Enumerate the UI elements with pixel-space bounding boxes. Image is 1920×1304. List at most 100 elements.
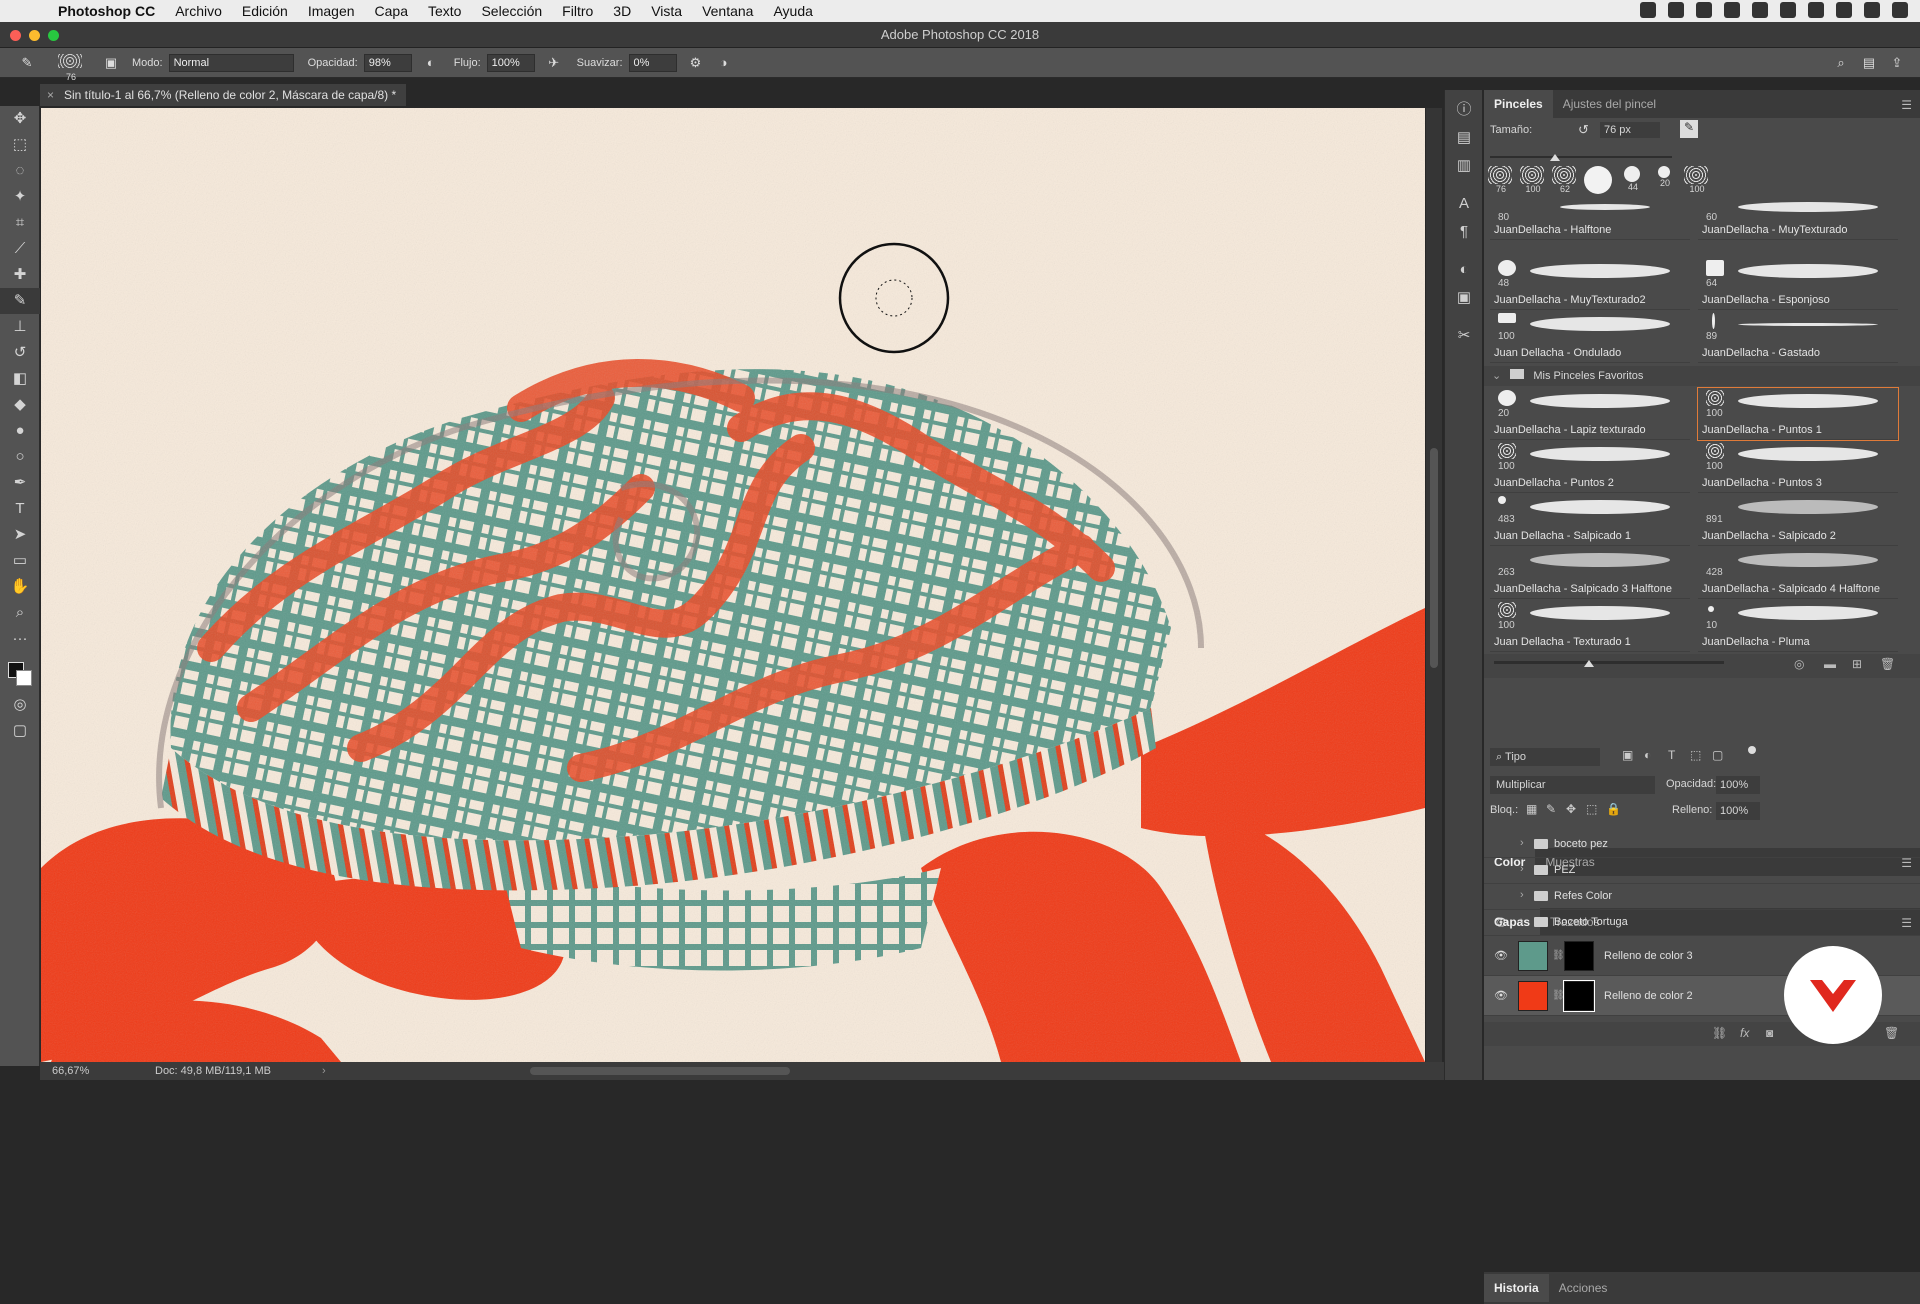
rectangle-tool-icon[interactable]: ▭ <box>0 548 40 574</box>
preset-1[interactable]: 76 <box>1488 166 1514 194</box>
eye-icon[interactable]: 👁 <box>1494 949 1508 963</box>
menu-list-icon[interactable] <box>1892 2 1908 18</box>
brush-cell[interactable]: 48 JuanDellacha - MuyTexturado2 <box>1490 258 1690 310</box>
app-icon[interactable] <box>1668 2 1684 18</box>
menu-3d[interactable]: 3D <box>603 3 641 19</box>
layer-mask-thumbnail[interactable] <box>1564 941 1594 971</box>
tab-pinceles[interactable]: Pinceles <box>1484 90 1553 118</box>
close-tab-icon[interactable]: × <box>47 84 54 106</box>
filter-smart-object-icon[interactable]: ▢ <box>1712 748 1723 762</box>
layer-group-row[interactable]: › Refes Color <box>1484 884 1920 910</box>
workspace-icon[interactable]: ▤ <box>1860 54 1878 72</box>
brush-cell[interactable]: 60 JuanDellacha - MuyTexturado <box>1698 200 1898 240</box>
panel-menu-icon[interactable]: ☰ <box>1901 98 1912 112</box>
menu-edicion[interactable]: Edición <box>232 3 298 19</box>
fx-icon[interactable]: fx <box>1740 1026 1749 1040</box>
new-brush-icon[interactable]: ⊞ <box>1852 657 1862 671</box>
menu-ayuda[interactable]: Ayuda <box>763 3 822 19</box>
zoom-tool-icon[interactable]: ⌕ <box>0 600 40 626</box>
brush-cell[interactable]: 100 JuanDellacha - Puntos 2 <box>1490 441 1690 493</box>
mode-select[interactable]: Normal <box>168 53 294 72</box>
brush-cell[interactable]: 89 JuanDellacha - Gastado <box>1698 311 1898 363</box>
fill-field[interactable]: 100% <box>1716 802 1760 820</box>
lock-all-icon[interactable]: 🔒 <box>1606 802 1621 816</box>
chevron-right-icon[interactable]: › <box>1520 863 1524 875</box>
tools-settings-icon[interactable]: ✂ <box>1445 322 1483 350</box>
hand-tool-icon[interactable]: ✋ <box>0 574 40 600</box>
brush-cell[interactable]: 428 JuanDellacha - Salpicado 4 Halftone <box>1698 547 1898 599</box>
more-tools-icon[interactable]: ··· <box>0 626 40 652</box>
pressure-opacity-icon[interactable]: ◐ <box>422 54 440 72</box>
link-icon[interactable]: ⛓ <box>1552 990 1565 1001</box>
opacity-field[interactable]: 98% <box>363 53 412 72</box>
tab-historia[interactable]: Historia <box>1484 1274 1549 1302</box>
preset-3[interactable]: 62 <box>1552 166 1578 194</box>
layer-group-row[interactable]: 👁 › Boceto Tortuga <box>1484 910 1920 936</box>
menu-ventana[interactable]: Ventana <box>692 3 763 19</box>
scroll-thumb[interactable] <box>1430 448 1438 668</box>
brush-folder-row[interactable]: ⌄ Mis Pinceles Favoritos <box>1484 366 1920 386</box>
brush-cell[interactable]: 483 Juan Dellacha - Salpicado 1 <box>1490 494 1690 546</box>
blend-mode-select[interactable]: Multiplicar <box>1490 776 1655 794</box>
brush-preset-picker[interactable]: 76 <box>58 53 88 82</box>
layers-comps-icon[interactable]: ▤ <box>1445 124 1483 152</box>
menu-app-name[interactable]: Photoshop CC <box>48 3 165 19</box>
move-tool-icon[interactable]: ✥ <box>0 106 40 132</box>
eyedropper-tool-icon[interactable]: ⟋ <box>0 236 40 262</box>
toggle-preview-icon[interactable]: ◎ <box>1794 657 1804 671</box>
brush-cell[interactable]: 80 JuanDellacha - Halftone <box>1490 200 1690 240</box>
eye-icon[interactable]: 👁 <box>1494 989 1508 1003</box>
lock-transparency-icon[interactable]: ▦ <box>1526 802 1537 816</box>
lock-position-icon[interactable]: ✥ <box>1566 802 1576 816</box>
eye-icon[interactable]: 👁 <box>1494 916 1508 930</box>
visibility-toggle[interactable] <box>1494 838 1508 852</box>
menu-archivo[interactable]: Archivo <box>165 3 232 19</box>
bluetooth-icon[interactable] <box>1752 2 1768 18</box>
smoothing-field[interactable]: 0% <box>628 53 677 72</box>
preset-4[interactable] <box>1584 166 1614 194</box>
canvas-horizontal-scrollbar[interactable] <box>530 1067 790 1075</box>
chevron-down-icon[interactable]: ⌄ <box>1492 370 1501 382</box>
canvas-vertical-scrollbar[interactable] <box>1426 108 1442 1062</box>
history-brush-tool-icon[interactable]: ↺ <box>0 340 40 366</box>
brush-cell[interactable]: 20 JuanDellacha - Lapiz texturado <box>1490 388 1690 440</box>
minimize-window-icon[interactable] <box>29 30 40 41</box>
info-icon[interactable]: ⓘ <box>1445 96 1483 124</box>
crop-tool-icon[interactable]: ⌗ <box>0 210 40 236</box>
link-icon[interactable]: ⛓ <box>1552 950 1565 961</box>
menu-seleccion[interactable]: Selección <box>471 3 552 19</box>
maximize-window-icon[interactable] <box>48 30 59 41</box>
reset-size-icon[interactable]: ↺ <box>1578 122 1589 138</box>
user-avatar-icon[interactable] <box>1864 2 1880 18</box>
gear-icon[interactable]: ⚙ <box>687 54 705 72</box>
display-icon[interactable] <box>1724 2 1740 18</box>
layer-mask-thumbnail[interactable] <box>1563 980 1595 1012</box>
menu-imagen[interactable]: Imagen <box>298 3 365 19</box>
zoom-level[interactable]: 66,67% <box>52 1062 89 1080</box>
menu-texto[interactable]: Texto <box>418 3 471 19</box>
marquee-tool-icon[interactable]: ⬚ <box>0 132 40 158</box>
share-icon[interactable]: ⇪ <box>1888 54 1906 72</box>
menu-vista[interactable]: Vista <box>641 3 692 19</box>
brush-panel-toggle-icon[interactable]: ▣ <box>102 54 120 72</box>
path-selection-tool-icon[interactable]: ➤ <box>0 522 40 548</box>
link-layers-icon[interactable]: ⛓ <box>1712 1026 1727 1040</box>
preset-6[interactable]: 20 <box>1652 166 1678 194</box>
record-icon[interactable] <box>1640 2 1656 18</box>
add-mask-icon[interactable]: ◙ <box>1766 1026 1773 1040</box>
search-icon[interactable]: ⌕ <box>1832 54 1850 72</box>
chevron-right-icon[interactable]: › <box>1520 837 1524 849</box>
wifi-icon[interactable] <box>1780 2 1796 18</box>
brush-cell[interactable]: 100 JuanDellacha - Puntos 3 <box>1698 441 1898 493</box>
menu-filtro[interactable]: Filtro <box>552 3 603 19</box>
shield-icon[interactable] <box>1696 2 1712 18</box>
paragraph-icon[interactable]: ¶ <box>1445 218 1483 246</box>
filter-adjustment-icon[interactable]: ◐ <box>1644 748 1651 762</box>
lasso-tool-icon[interactable]: ◌ <box>0 158 40 184</box>
brush-tool-icon[interactable]: ✎ <box>18 54 36 72</box>
chevron-right-icon[interactable]: › <box>1520 915 1524 927</box>
preview-size-handle[interactable] <box>1584 660 1594 667</box>
menu-capa[interactable]: Capa <box>365 3 418 19</box>
brush-cell[interactable]: 64 JuanDellacha - Esponjoso <box>1698 258 1898 310</box>
brush-cell[interactable]: 10 JuanDellacha - Pluma <box>1698 600 1898 652</box>
